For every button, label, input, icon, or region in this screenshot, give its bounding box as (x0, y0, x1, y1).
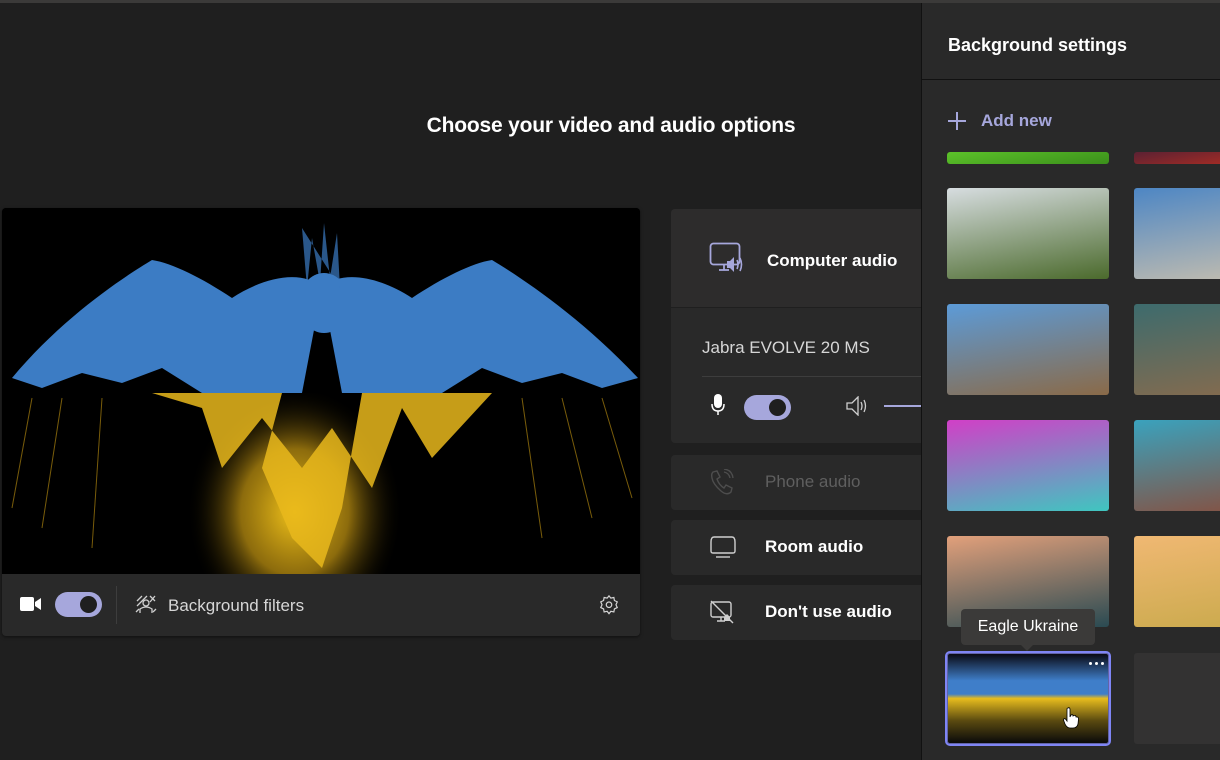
computer-audio-option[interactable]: Computer audio (671, 209, 931, 308)
phone-icon (710, 469, 734, 495)
phone-audio-option[interactable]: Phone audio (671, 455, 931, 510)
background-settings-panel: Background settings Add new Eagle Ukrain… (921, 3, 1220, 760)
video-controls-bar: Background filters (2, 574, 640, 636)
background-thumbnail-desert-ruins[interactable] (1134, 188, 1220, 279)
background-filters-icon[interactable] (135, 594, 157, 614)
divider (922, 79, 1220, 80)
background-thumbnail-empty-slot[interactable] (1134, 653, 1220, 744)
divider (702, 376, 932, 377)
video-preview (2, 208, 640, 574)
background-tooltip: Eagle Ukraine (961, 609, 1095, 651)
background-thumbnail-eagle-ukraine[interactable] (945, 651, 1111, 746)
device-settings-gear-icon[interactable] (598, 594, 620, 616)
background-thumbnail-painted-meadow[interactable] (1134, 536, 1220, 627)
camera-icon (20, 597, 41, 611)
divider (116, 586, 117, 624)
background-thumbnail-sci-fi-landscape[interactable] (1134, 304, 1220, 395)
room-audio-label: Room audio (765, 537, 864, 556)
background-filters-button[interactable]: Background filters (168, 596, 304, 616)
plus-icon (948, 112, 966, 130)
phone-audio-label: Phone audio (765, 472, 861, 491)
background-thumbnail-canyon-tower[interactable] (1134, 420, 1220, 511)
background-settings-title: Background settings (948, 35, 1128, 55)
computer-speaker-icon (709, 242, 743, 272)
no-audio-icon (710, 600, 734, 624)
computer-audio-label: Computer audio (767, 251, 898, 270)
microphone-icon (711, 394, 725, 415)
background-thumbnail-pink-nebula[interactable] (947, 420, 1109, 511)
eagle-ukraine-preview-image (2, 208, 640, 574)
camera-toggle[interactable] (55, 592, 102, 617)
microphone-toggle[interactable] (744, 395, 791, 420)
hand-cursor-icon (1063, 707, 1079, 729)
background-thumbnail-mountain-valley[interactable] (947, 188, 1109, 279)
video-preview-card: Background filters (2, 208, 640, 636)
more-options-icon[interactable] (1089, 662, 1104, 665)
speaker-volume-icon (846, 396, 867, 416)
background-thumbnail-medieval-village[interactable] (947, 304, 1109, 395)
add-new-label: Add new (981, 111, 1052, 130)
dont-use-audio-label: Don't use audio (765, 602, 892, 621)
dont-use-audio-option[interactable]: Don't use audio (671, 585, 931, 640)
audio-device-name[interactable]: Jabra EVOLVE 20 MS (702, 338, 870, 358)
computer-audio-card[interactable]: Computer audio Jabra EVOLVE 20 MS (671, 209, 934, 443)
room-audio-option[interactable]: Room audio (671, 520, 931, 575)
add-new-background-button[interactable]: Add new (948, 111, 1052, 131)
background-thumbnail-red-purple-scene[interactable] (1134, 152, 1220, 164)
background-thumbnail-green-pixel-scene[interactable] (947, 152, 1109, 164)
room-device-icon (710, 536, 736, 558)
